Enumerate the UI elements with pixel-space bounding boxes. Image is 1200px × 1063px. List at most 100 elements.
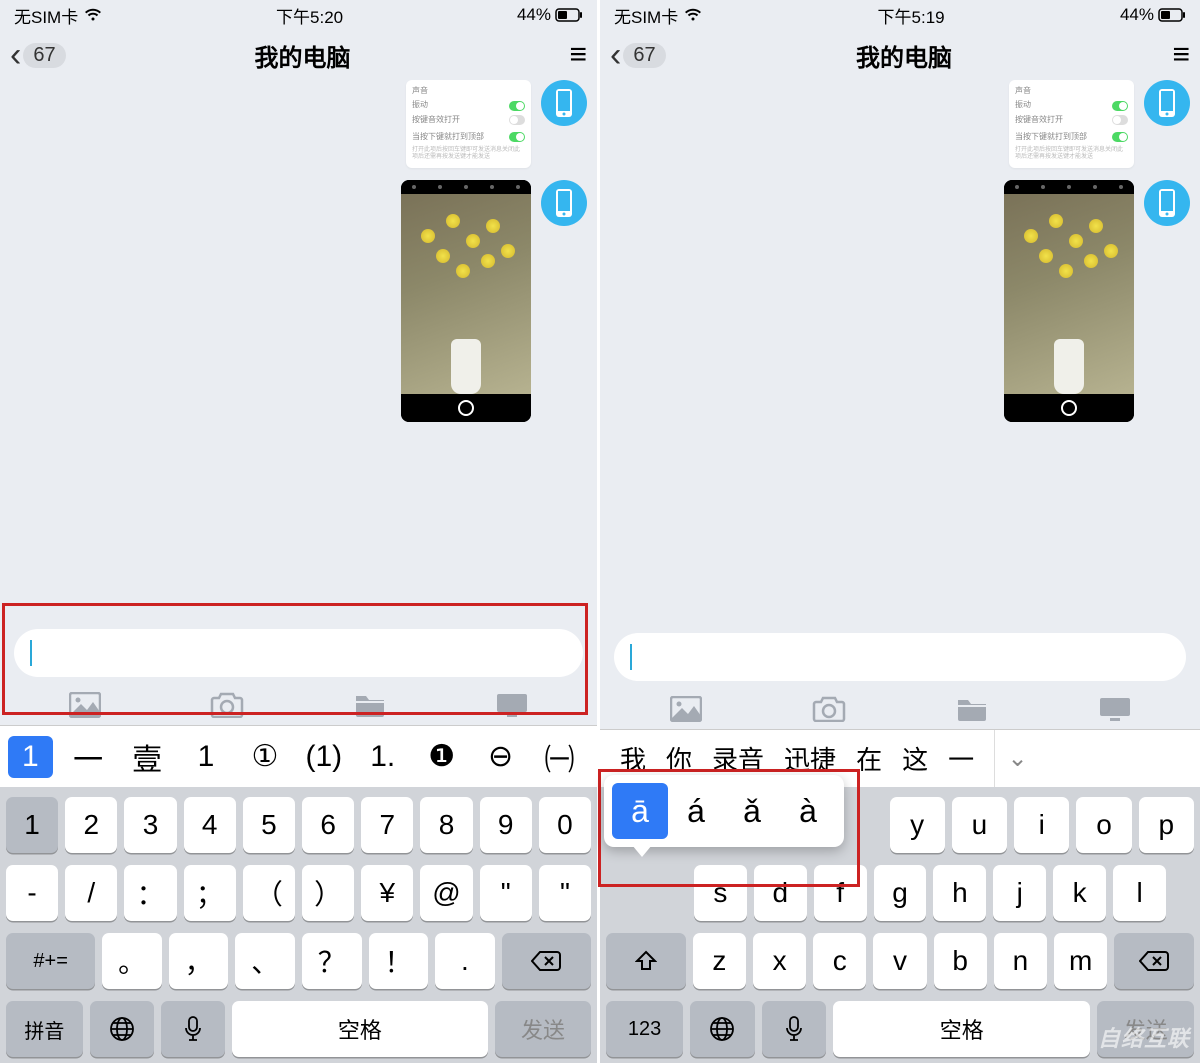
key-mic[interactable] <box>161 1001 225 1057</box>
key-dun[interactable]: 、 <box>235 933 295 989</box>
candidate-option[interactable]: ❶ <box>412 739 471 774</box>
message-input[interactable] <box>14 629 583 677</box>
key-4[interactable]: 4 <box>184 797 236 853</box>
key-globe[interactable] <box>90 1001 154 1057</box>
key-send[interactable]: 发送 <box>495 1001 591 1057</box>
key-b[interactable]: b <box>934 933 987 989</box>
key-p[interactable]: p <box>1139 797 1194 853</box>
candidate-option[interactable]: ① <box>235 739 294 774</box>
key-f[interactable]: f <box>814 865 867 921</box>
key-exclaim[interactable]: ！ <box>369 933 429 989</box>
key-globe[interactable] <box>690 1001 754 1057</box>
monitor-icon[interactable] <box>1098 695 1132 723</box>
key-pinyin[interactable]: 拼音 <box>6 1001 83 1057</box>
key-s[interactable]: s <box>694 865 747 921</box>
key-l[interactable]: l <box>1113 865 1166 921</box>
key-space[interactable]: 空格 <box>833 1001 1090 1057</box>
chat-area[interactable]: 声音 振动 按键音效打开 当按下键就打到顶部 打开此项后按回车键即可发送消息关闭… <box>600 80 1200 619</box>
candidate-word[interactable]: 迅捷 <box>784 740 836 777</box>
popup-option-selected[interactable]: ā <box>612 783 668 839</box>
candidate-word[interactable]: 一 <box>948 740 974 777</box>
key-at[interactable]: @ <box>420 865 472 921</box>
key-backspace[interactable] <box>1114 933 1194 989</box>
key-dot[interactable]: . <box>435 933 495 989</box>
candidate-option[interactable]: 1 <box>177 740 236 774</box>
back-icon[interactable]: ‹ <box>610 36 621 75</box>
photo-message[interactable] <box>401 180 531 422</box>
key-quote-close[interactable]: " <box>539 865 591 921</box>
key-paren-close[interactable]: ） <box>302 865 354 921</box>
key-m[interactable]: m <box>1054 933 1107 989</box>
popup-option[interactable]: á <box>668 783 724 839</box>
candidate-word[interactable]: 在 <box>856 740 882 777</box>
candidate-strip[interactable]: 1 一 壹 1 ① (1) 1. ❶ ⊖ ㈠ <box>0 725 597 787</box>
popup-option[interactable]: à <box>780 783 836 839</box>
key-slash[interactable]: / <box>65 865 117 921</box>
key-c[interactable]: c <box>813 933 866 989</box>
sender-avatar[interactable] <box>1144 80 1190 126</box>
key-k[interactable]: k <box>1053 865 1106 921</box>
longpress-popup[interactable]: ā á ǎ à <box>604 775 844 847</box>
key-8[interactable]: 8 <box>420 797 472 853</box>
key-period-cn[interactable]: 。 <box>102 933 162 989</box>
key-v[interactable]: v <box>873 933 926 989</box>
back-icon[interactable]: ‹ <box>10 36 21 75</box>
key-z[interactable]: z <box>693 933 746 989</box>
folder-icon[interactable] <box>353 691 387 719</box>
candidate-selected[interactable]: 1 <box>8 736 53 778</box>
key-0[interactable]: 0 <box>539 797 591 853</box>
folder-icon[interactable] <box>955 695 989 723</box>
key-shift[interactable] <box>606 933 686 989</box>
sender-avatar[interactable] <box>541 80 587 126</box>
key-o[interactable]: o <box>1076 797 1131 853</box>
key-d[interactable]: d <box>754 865 807 921</box>
candidate-word[interactable]: 录音 <box>712 740 764 777</box>
key-yen[interactable]: ¥ <box>361 865 413 921</box>
key-dash[interactable]: - <box>6 865 58 921</box>
key-semicolon[interactable]: ； <box>184 865 236 921</box>
key-y[interactable]: y <box>890 797 945 853</box>
settings-thumbnail[interactable]: 声音 振动 按键音效打开 当按下键就打到顶部 打开此项后按回车键即可发送消息关闭… <box>406 80 531 168</box>
expand-candidates-icon[interactable]: ⌄ <box>994 730 1040 787</box>
key-7[interactable]: 7 <box>361 797 413 853</box>
candidate-option[interactable]: 一 <box>59 735 118 779</box>
key-space[interactable]: 空格 <box>232 1001 488 1057</box>
monitor-icon[interactable] <box>495 691 529 719</box>
key-9[interactable]: 9 <box>480 797 532 853</box>
candidate-word[interactable]: 你 <box>666 740 692 777</box>
sender-avatar[interactable] <box>1144 180 1190 226</box>
chat-area[interactable]: 声音 振动 按键音效打开 当按下键就打到顶部 打开此项后按回车键即可发送消息关闭… <box>0 80 597 615</box>
key-n[interactable]: n <box>994 933 1047 989</box>
key-x[interactable]: x <box>753 933 806 989</box>
key-colon[interactable]: ： <box>124 865 176 921</box>
settings-thumbnail[interactable]: 声音 振动 按键音效打开 当按下键就打到顶部 打开此项后按回车键即可发送消息关闭… <box>1009 80 1134 168</box>
candidate-option[interactable]: 1. <box>353 740 412 774</box>
candidate-option[interactable]: ㈠ <box>530 735 589 779</box>
key-quote-open[interactable]: " <box>480 865 532 921</box>
back-badge[interactable]: 67 <box>23 43 65 68</box>
message-input[interactable] <box>614 633 1186 681</box>
key-backspace[interactable] <box>502 933 591 989</box>
key-h[interactable]: h <box>933 865 986 921</box>
key-6[interactable]: 6 <box>302 797 354 853</box>
photo-message[interactable] <box>1004 180 1134 422</box>
key-comma-cn[interactable]: ， <box>169 933 229 989</box>
menu-icon[interactable]: ≡ <box>569 38 587 72</box>
popup-option[interactable]: ǎ <box>724 783 780 839</box>
key-mode-symbols[interactable]: #+= <box>6 933 95 989</box>
key-i[interactable]: i <box>1014 797 1069 853</box>
camera-icon[interactable] <box>210 691 244 719</box>
key-3[interactable]: 3 <box>124 797 176 853</box>
key-mode-123[interactable]: 123 <box>606 1001 683 1057</box>
sender-avatar[interactable] <box>541 180 587 226</box>
candidate-option[interactable]: 壹 <box>118 735 177 779</box>
key-1[interactable]: 1 <box>6 797 58 853</box>
camera-icon[interactable] <box>812 695 846 723</box>
candidate-option[interactable]: ⊖ <box>471 739 530 774</box>
gallery-icon[interactable] <box>669 695 703 723</box>
key-2[interactable]: 2 <box>65 797 117 853</box>
gallery-icon[interactable] <box>68 691 102 719</box>
key-paren-open[interactable]: （ <box>243 865 295 921</box>
key-u[interactable]: u <box>952 797 1007 853</box>
candidate-word[interactable]: 我 <box>620 740 646 777</box>
